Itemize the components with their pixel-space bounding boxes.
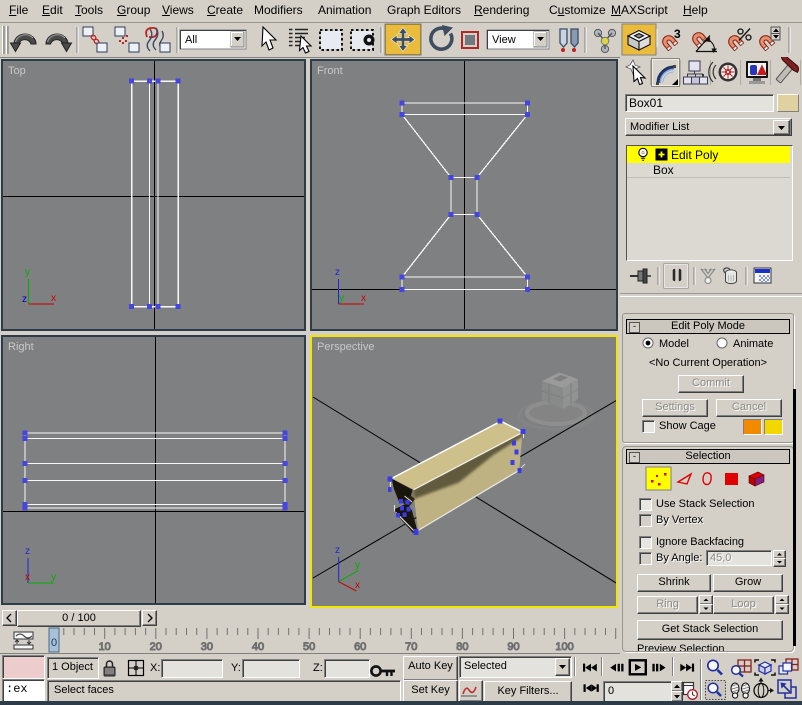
svg-text:y: y	[51, 572, 56, 583]
svg-text:50: 50	[303, 641, 315, 653]
svg-text:Perspective: Perspective	[317, 341, 374, 353]
svg-text:90: 90	[507, 641, 519, 653]
svg-text:Right: Right	[8, 341, 34, 353]
svg-text:60: 60	[354, 641, 366, 653]
svg-text:3: 3	[674, 27, 681, 41]
svg-text:40: 40	[252, 641, 264, 653]
svg-text:x: x	[361, 293, 366, 304]
svg-text:y: y	[339, 293, 344, 304]
svg-text:10: 10	[99, 641, 111, 653]
svg-text:Front: Front	[317, 65, 343, 77]
svg-text:y: y	[355, 560, 360, 571]
svg-text:z: z	[335, 545, 340, 556]
svg-text:0: 0	[51, 637, 57, 649]
svg-text:70: 70	[405, 641, 417, 653]
svg-text:80: 80	[456, 641, 468, 653]
svg-text:View: View	[492, 34, 516, 46]
svg-text:x: x	[355, 580, 360, 591]
svg-text:20: 20	[150, 641, 162, 653]
svg-text:x: x	[51, 293, 56, 304]
svg-text:z: z	[25, 546, 30, 557]
svg-text:100: 100	[555, 641, 573, 653]
svg-text:y: y	[25, 267, 30, 278]
svg-text:Top: Top	[8, 65, 26, 77]
svg-text:z: z	[22, 294, 27, 305]
svg-text:x: x	[25, 572, 30, 583]
svg-text:All: All	[185, 34, 197, 46]
svg-text:30: 30	[201, 641, 213, 653]
svg-text:z: z	[335, 267, 340, 278]
